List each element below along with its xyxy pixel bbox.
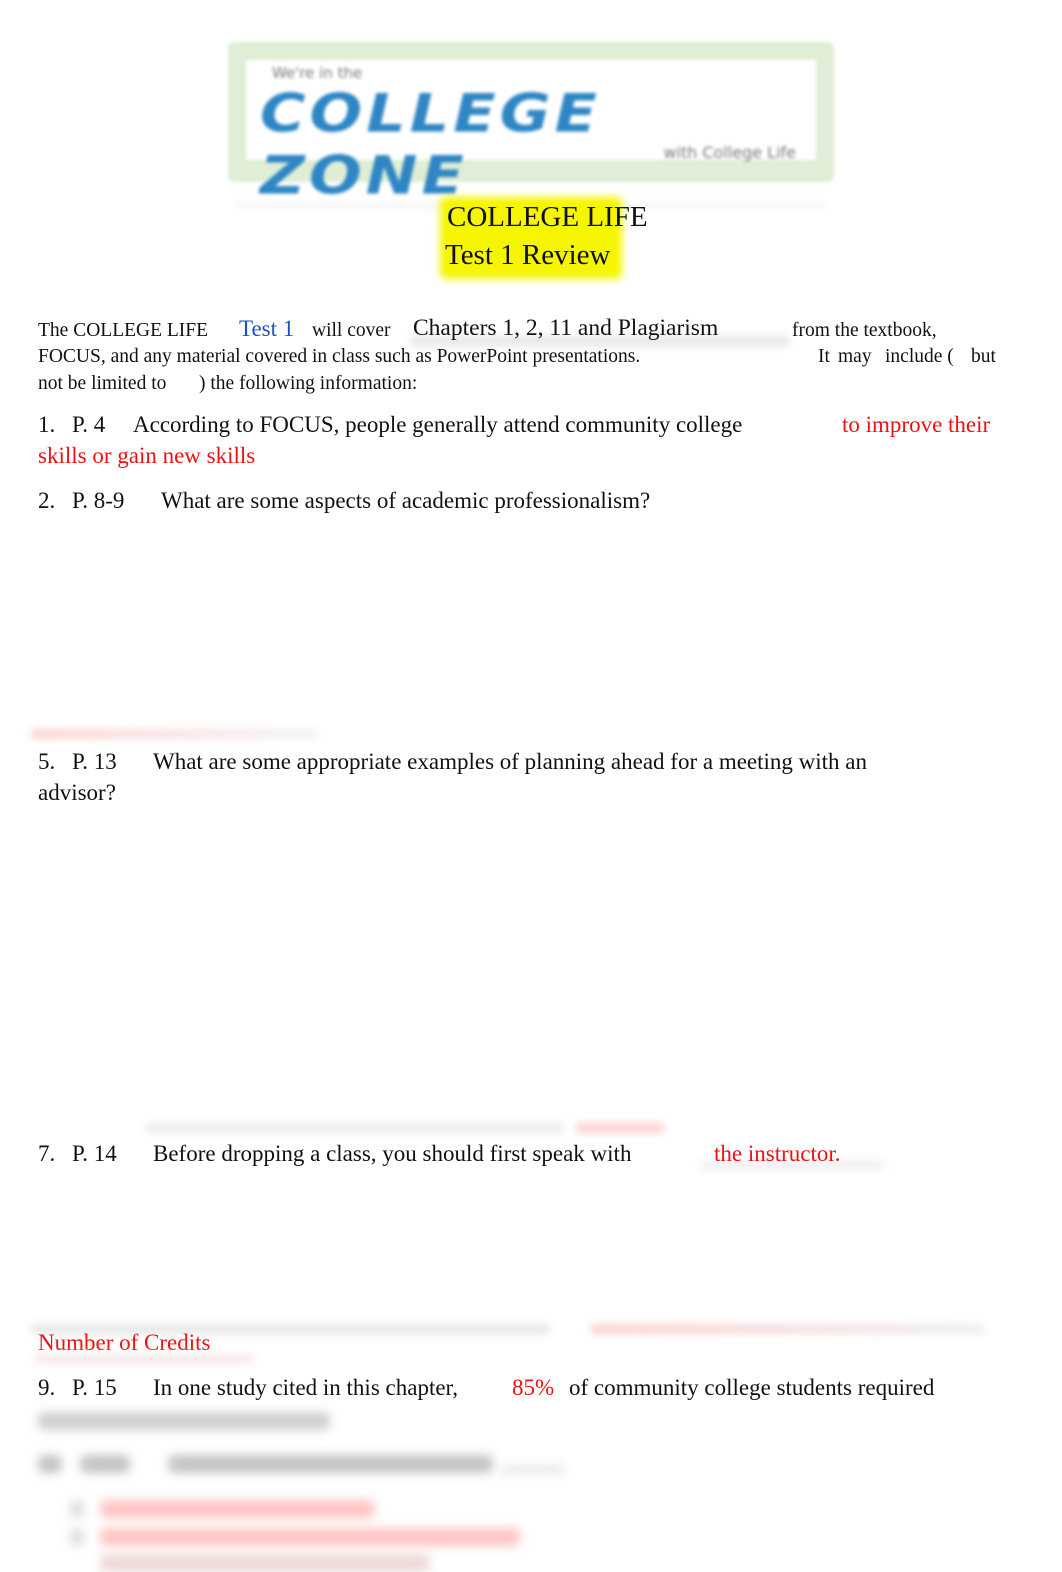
intro-line2-it: It (818, 346, 830, 367)
obscured-text (38, 1412, 330, 1430)
obscured-text (70, 1528, 84, 1546)
obscured-text (70, 1500, 84, 1518)
question-text: Before dropping a class, you should firs… (153, 1141, 632, 1166)
obscured-text (500, 1466, 565, 1474)
answer-text: the instructor. (714, 1141, 841, 1166)
answer-text: Number of Credits (38, 1330, 211, 1355)
field-shadow (34, 1354, 254, 1364)
question-text-line2: advisor? (38, 780, 116, 805)
question-page: P. 4 (72, 412, 106, 437)
redacted-answer (30, 729, 320, 739)
college-zone-logo: We're in the COLLEGE ZONE with College L… (228, 42, 834, 206)
question-text: According to FOCUS, people generally att… (133, 412, 743, 437)
obscured-answer (100, 1500, 375, 1518)
question-page: P. 13 (72, 749, 117, 774)
question-text-after: of community college students required (569, 1375, 935, 1400)
intro-test-name: Test 1 (239, 316, 295, 341)
question-text: What are some appropriate examples of pl… (153, 749, 867, 774)
intro-line2-may: may (838, 346, 872, 367)
question-page: P. 15 (72, 1375, 117, 1400)
intro-line2-include: include ( (885, 346, 954, 367)
question-number: 9. (38, 1375, 56, 1400)
page-subtitle: Test 1 Review (445, 239, 611, 271)
intro-text-3: from the textbook, (792, 320, 937, 341)
answer-text: to improve their (842, 412, 991, 437)
answer-text: 85% (512, 1375, 555, 1400)
logo-small-text: We're in the (272, 64, 363, 82)
intro-text-1: The COLLEGE LIFE (38, 320, 209, 341)
intro-text-2: will cover (312, 320, 391, 341)
page-title: COLLEGE LIFE (447, 201, 648, 233)
redacted-answer (575, 1123, 665, 1133)
logo-sub-text: with College Life (663, 143, 796, 162)
obscured-answer (100, 1554, 430, 1572)
obscured-answer (100, 1528, 520, 1546)
question-page: P. 8-9 (72, 488, 125, 513)
redacted-text (145, 1123, 565, 1133)
intro-line2: FOCUS, and any material covered in class… (38, 346, 641, 367)
answer-text-line2: skills or gain new skills (38, 443, 256, 468)
intro-line3b: ) the following information: (199, 373, 418, 394)
question-number: 5. (38, 749, 56, 774)
question-text: What are some aspects of academic profes… (161, 488, 651, 513)
intro-line2-but: but (971, 346, 996, 367)
obscured-text (168, 1455, 493, 1473)
intro-line3a: not be limited to (38, 373, 167, 394)
intro-chapters: Chapters 1, 2, 11 and Plagiarism (413, 315, 719, 341)
question-number: 7. (38, 1141, 56, 1166)
question-number: 1. (38, 412, 56, 437)
question-page: P. 14 (72, 1141, 117, 1166)
question-text: In one study cited in this chapter, (153, 1375, 459, 1400)
obscured-text (80, 1455, 130, 1473)
obscured-text (38, 1455, 62, 1473)
question-number: 2. (38, 488, 56, 513)
redacted-answer (590, 1324, 985, 1334)
logo-inner: We're in the COLLEGE ZONE with College L… (246, 60, 816, 206)
